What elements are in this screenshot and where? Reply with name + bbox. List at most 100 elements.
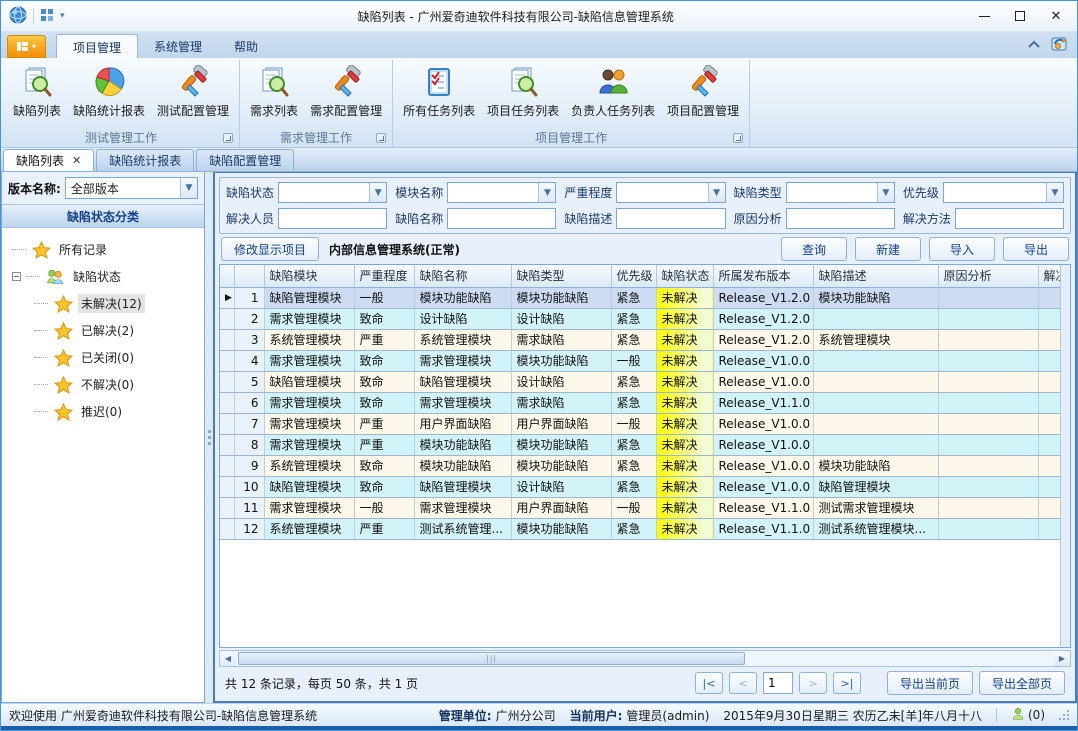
cell-严重程度[interactable]: 严重 [354,413,414,434]
action-button-新建[interactable]: 新建 [855,237,921,261]
cell-缺陷状态[interactable]: 未解决 [656,476,713,497]
tree-item-已关闭(0)[interactable]: 已关闭(0) [12,344,200,371]
cell-严重程度[interactable]: 致命 [354,392,414,413]
cell-原因分析[interactable] [938,518,1038,539]
column-header-缺陷描述[interactable]: 缺陷描述 [813,265,938,287]
filter-field-原因分析[interactable] [786,208,895,229]
cell-解决方法[interactable] [1038,518,1060,539]
prev-page-button[interactable]: < [729,672,757,694]
cell-严重程度[interactable]: 严重 [354,329,414,350]
cell-原因分析[interactable] [938,434,1038,455]
cell-原因分析[interactable] [938,329,1038,350]
cell-缺陷描述[interactable] [813,392,938,413]
tree-item-缺陷状态[interactable]: −缺陷状态 [12,263,200,290]
dialog-launcher-icon[interactable] [376,133,386,143]
cell-缺陷类型[interactable]: 设计缺陷 [511,308,611,329]
cell-缺陷状态[interactable]: 未解决 [656,497,713,518]
column-header-严重程度[interactable]: 严重程度 [354,265,414,287]
cell-优先级[interactable]: 紧急 [611,308,656,329]
tree-item-未解决(12)[interactable]: 未解决(12) [12,290,200,317]
cell-缺陷模块[interactable]: 需求管理模块 [264,308,354,329]
cell-优先级[interactable]: 紧急 [611,371,656,392]
cell-缺陷状态[interactable]: 未解决 [656,392,713,413]
cell-缺陷描述[interactable]: 测试需求管理模块 [813,497,938,518]
ribbon-button-测试配置管理[interactable]: 测试配置管理 [151,62,235,121]
filter-input-缺陷类型[interactable] [787,183,877,202]
minimize-button[interactable] [967,4,1001,28]
cell-严重程度[interactable]: 致命 [354,350,414,371]
cell-缺陷模块[interactable]: 需求管理模块 [264,434,354,455]
cell-缺陷类型[interactable]: 需求缺陷 [511,329,611,350]
tree-item-推迟(0)[interactable]: 推迟(0) [12,398,200,425]
table-row[interactable]: 6需求管理模块致命需求管理模块需求缺陷紧急未解决Release_V1.1.0 [220,392,1060,413]
cell-解决方法[interactable] [1038,287,1060,308]
cell-所属发布版本[interactable]: Release_V1.0.0 [713,371,813,392]
table-row[interactable]: 7需求管理模块严重用户界面缺陷用户界面缺陷一般未解决Release_V1.0.0 [220,413,1060,434]
cell-缺陷描述[interactable] [813,371,938,392]
table-row[interactable]: 3系统管理模块严重系统管理模块需求缺陷紧急未解决Release_V1.2.0系统… [220,329,1060,350]
ribbon-button-需求列表[interactable]: 需求列表 [244,62,304,121]
cell-优先级[interactable]: 紧急 [611,518,656,539]
resize-grip-icon[interactable] [1059,710,1069,720]
cell-缺陷名称[interactable]: 需求管理模块 [414,497,511,518]
dialog-launcher-icon[interactable] [223,133,233,143]
chevron-down-icon[interactable]: ▼ [1046,183,1063,202]
cell-缺陷名称[interactable]: 测试系统管理... [414,518,511,539]
cell-缺陷模块[interactable]: 缺陷管理模块 [264,476,354,497]
cell-缺陷名称[interactable]: 模块功能缺陷 [414,434,511,455]
cell-缺陷描述[interactable]: 模块功能缺陷 [813,287,938,308]
cell-缺陷状态[interactable]: 未解决 [656,455,713,476]
action-button-导入[interactable]: 导入 [929,237,995,261]
cell-缺陷模块[interactable]: 需求管理模块 [264,392,354,413]
cell-缺陷状态[interactable]: 未解决 [656,308,713,329]
cell-所属发布版本[interactable]: Release_V1.0.0 [713,455,813,476]
cell-缺陷模块[interactable]: 需求管理模块 [264,497,354,518]
first-page-button[interactable]: |< [695,672,723,694]
cell-原因分析[interactable] [938,308,1038,329]
action-button-导出[interactable]: 导出 [1003,237,1069,261]
version-select[interactable]: 全部版本 ▼ [65,177,198,199]
cell-解决方法[interactable] [1038,476,1060,497]
table-row[interactable]: 9系统管理模块致命模块功能缺陷模块功能缺陷紧急未解决Release_V1.0.0… [220,455,1060,476]
filter-input-缺陷名称[interactable] [448,209,555,228]
dialog-launcher-icon[interactable] [733,133,743,143]
scroll-right-icon[interactable]: ▶ [1054,651,1070,666]
cell-原因分析[interactable] [938,350,1038,371]
cell-缺陷描述[interactable]: 测试系统管理模块... [813,518,938,539]
sidebar-splitter[interactable] [205,172,213,703]
ribbon-tab-项目管理[interactable]: 项目管理 [56,34,138,58]
cell-缺陷类型[interactable]: 模块功能缺陷 [511,455,611,476]
horizontal-scrollbar[interactable]: ◀ ||| ▶ [219,650,1071,667]
ribbon-tab-帮助[interactable]: 帮助 [218,34,274,58]
filter-input-缺陷描述[interactable] [617,209,724,228]
cell-缺陷描述[interactable]: 模块功能缺陷 [813,455,938,476]
cell-原因分析[interactable] [938,476,1038,497]
column-header-解决方法[interactable]: 解决方法 [1038,265,1060,287]
table-row[interactable]: 12系统管理模块严重测试系统管理...模块功能缺陷紧急未解决Release_V1… [220,518,1060,539]
chevron-down-icon[interactable]: ▼ [369,183,386,202]
cell-所属发布版本[interactable]: Release_V1.1.0 [713,497,813,518]
cell-缺陷名称[interactable]: 需求管理模块 [414,350,511,371]
close-button[interactable]: ✕ [1039,4,1073,28]
cell-严重程度[interactable]: 致命 [354,308,414,329]
cell-解决方法[interactable] [1038,350,1060,371]
column-header-优先级[interactable]: 优先级 [611,265,656,287]
cell-缺陷类型[interactable]: 需求缺陷 [511,392,611,413]
table-row[interactable]: 11需求管理模块一般需求管理模块用户界面缺陷一般未解决Release_V1.1.… [220,497,1060,518]
chevron-down-icon[interactable]: ▼ [708,183,725,202]
filter-input-解决人员[interactable] [279,209,386,228]
vertical-scrollbar[interactable] [1060,265,1070,647]
column-header-所属发布版本[interactable]: 所属发布版本 [713,265,813,287]
last-page-button[interactable]: >| [833,672,861,694]
cell-严重程度[interactable]: 一般 [354,497,414,518]
cell-缺陷名称[interactable]: 系统管理模块 [414,329,511,350]
cell-缺陷描述[interactable] [813,350,938,371]
cell-缺陷名称[interactable]: 缺陷管理模块 [414,371,511,392]
cell-缺陷名称[interactable]: 用户界面缺陷 [414,413,511,434]
cell-缺陷名称[interactable]: 模块功能缺陷 [414,455,511,476]
cell-优先级[interactable]: 紧急 [611,329,656,350]
cell-严重程度[interactable]: 严重 [354,434,414,455]
cell-缺陷模块[interactable]: 缺陷管理模块 [264,371,354,392]
column-header-缺陷类型[interactable]: 缺陷类型 [511,265,611,287]
filter-field-严重程度[interactable]: ▼ [616,182,725,203]
